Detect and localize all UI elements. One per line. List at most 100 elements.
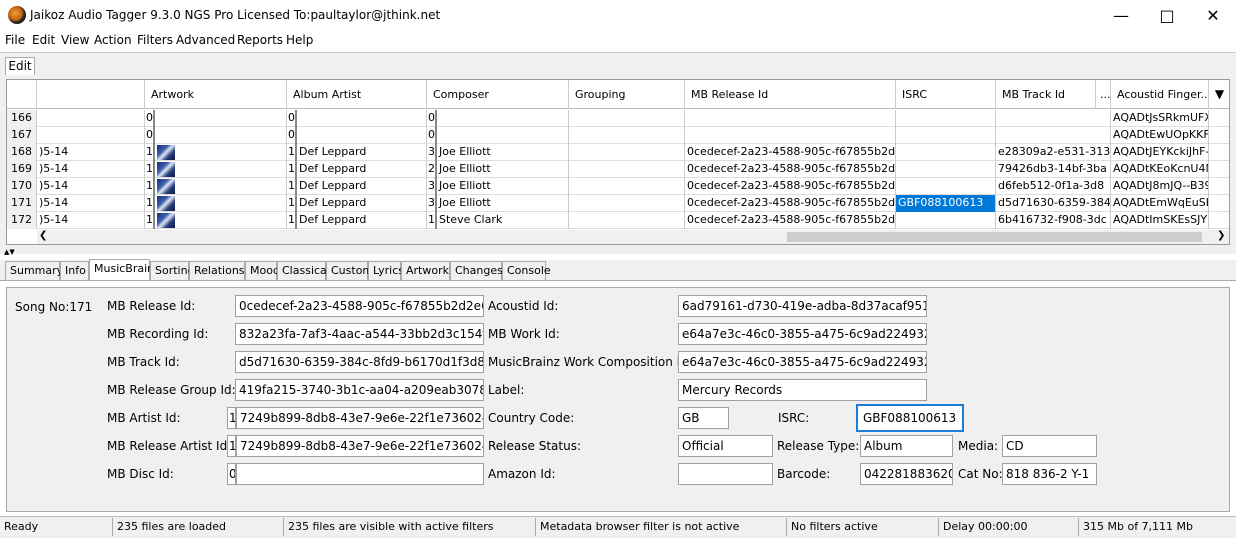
cell-acoustid[interactable]: AQADtJ8mJQ--B39Q	[1111, 178, 1209, 195]
col-header-composer[interactable]: Composer	[427, 80, 569, 109]
cell-isrc[interactable]	[896, 212, 996, 229]
cell-grouping[interactable]	[569, 144, 685, 161]
menu-file[interactable]: File	[5, 33, 25, 47]
col-header-album-artist[interactable]: Album Artist	[287, 80, 427, 109]
cell-album-artist-count[interactable]: 1	[287, 178, 297, 195]
tab-classical[interactable]: Classical	[277, 261, 330, 280]
menu-advanced[interactable]: Advanced	[176, 33, 235, 47]
cell-row-number[interactable]: 166	[7, 110, 37, 127]
menu-reports[interactable]: Reports	[237, 33, 283, 47]
mb-track-id-field[interactable]: d5d71630-6359-384c-8fd9-b6170d1f3d86	[235, 351, 484, 373]
record-label-field[interactable]: Mercury Records	[678, 379, 927, 401]
cell-grouping[interactable]	[569, 178, 685, 195]
cell-date[interactable]: )5-14	[37, 161, 145, 178]
cell-composer[interactable]: Joe Elliott	[437, 161, 569, 178]
cell-album-artist[interactable]	[297, 127, 427, 144]
tab-relations[interactable]: Relations	[189, 261, 245, 280]
cell-mb-release-id[interactable]	[685, 110, 896, 127]
mb-release-group-id-field[interactable]: 419fa215-3740-3b1c-aa04-a209eab30789	[235, 379, 484, 401]
splitter-collapse-icon[interactable]: ▲▼	[4, 249, 15, 256]
cell-grouping[interactable]	[569, 212, 685, 229]
cell-mb-track-id[interactable]: d5d71630-6359-384	[996, 195, 1111, 212]
cell-album-artist-count[interactable]: 1	[287, 161, 297, 178]
scrollbar-thumb[interactable]	[787, 232, 1202, 242]
tab-console[interactable]: Console	[502, 261, 551, 280]
scroll-right-icon[interactable]: ❯	[1217, 230, 1225, 241]
cell-album-artist-count[interactable]: 1	[287, 212, 297, 229]
cell-acoustid[interactable]: AQADtJEYKckiJhF-pi	[1111, 144, 1209, 161]
cell-artwork-count[interactable]: 1	[145, 178, 155, 195]
cell-album-artist[interactable]: Def Leppard	[297, 178, 427, 195]
cell-composer-count[interactable]: 0	[427, 110, 437, 127]
cell-date[interactable]: )5-14	[37, 195, 145, 212]
cell-grouping[interactable]	[569, 195, 685, 212]
mb-release-artist-id-field[interactable]: 7249b899-8db8-43e7-9e6e-22f1e736024e	[236, 435, 484, 457]
cell-isrc[interactable]	[896, 110, 996, 127]
cell-artwork-count[interactable]: 1	[145, 195, 155, 212]
cell-composer-count[interactable]: 0	[427, 127, 437, 144]
cell-isrc[interactable]: GBF088100613	[896, 195, 996, 212]
tab-artwork[interactable]: Artwork	[401, 261, 450, 280]
cell-composer[interactable]: Joe Elliott	[437, 178, 569, 195]
cell-mb-release-id[interactable]: 0cedecef-2a23-4588-905c-f67855b2d2e6	[685, 178, 896, 195]
col-header-more[interactable]: ...	[1096, 80, 1111, 109]
mb-artist-id-field[interactable]: 7249b899-8db8-43e7-9e6e-22f1e736024e	[236, 407, 484, 429]
cell-row-number[interactable]: 169	[7, 161, 37, 178]
media-field[interactable]: CD	[1002, 435, 1097, 457]
cell-artwork[interactable]	[155, 178, 287, 195]
cell-artwork-count[interactable]: 1	[145, 144, 155, 161]
col-header-artwork[interactable]: Artwork	[145, 80, 287, 109]
cell-composer[interactable]: Joe Elliott	[437, 144, 569, 161]
cell-isrc[interactable]	[896, 127, 996, 144]
tab-lyrics[interactable]: Lyrics	[368, 261, 404, 280]
cell-album-artist-count[interactable]: 0	[287, 127, 297, 144]
col-header-mb-release-id[interactable]: MB Release Id	[685, 80, 896, 109]
cell-mb-release-id[interactable]	[685, 127, 896, 144]
table-row[interactable]: 168)5-14 1 1 Def Leppard 3 Joe Elliott 0cedece…	[7, 144, 1229, 161]
tab-info[interactable]: Info	[60, 261, 89, 280]
cell-row-number[interactable]: 168	[7, 144, 37, 161]
cell-composer-count[interactable]: 3	[427, 195, 437, 212]
col-header-date[interactable]	[37, 80, 145, 109]
column-chooser-icon[interactable]: ▼	[1209, 80, 1229, 109]
isrc-field[interactable]: GBF088100613	[856, 404, 964, 432]
cell-composer-count[interactable]: 3	[427, 178, 437, 195]
cell-grouping[interactable]	[569, 127, 685, 144]
tab-edit[interactable]: Edit	[5, 57, 35, 75]
cell-composer[interactable]	[437, 110, 569, 127]
cell-row-number[interactable]: 167	[7, 127, 37, 144]
cell-acoustid[interactable]: AQADtEmWqEuSKIk(	[1111, 195, 1209, 212]
cell-date[interactable]	[37, 127, 145, 144]
menu-edit[interactable]: Edit	[32, 33, 55, 47]
table-row[interactable]: 169)5-14 1 1 Def Leppard 2 Joe Elliott 0cedece…	[7, 161, 1229, 178]
cell-grouping[interactable]	[569, 110, 685, 127]
cell-artwork-count[interactable]: 1	[145, 161, 155, 178]
cell-artwork-count[interactable]: 0	[145, 110, 155, 127]
amazon-id-field[interactable]	[678, 463, 773, 485]
cell-date[interactable]: )5-14	[37, 212, 145, 229]
table-row[interactable]: 170)5-14 1 1 Def Leppard 3 Joe Elliott 0cedece…	[7, 178, 1229, 195]
tab-changes[interactable]: Changes	[450, 261, 503, 280]
cell-row-number[interactable]: 170	[7, 178, 37, 195]
horizontal-scrollbar[interactable]: ❮ ❯	[37, 230, 1229, 244]
cell-composer[interactable]: Joe Elliott	[437, 195, 569, 212]
release-type-field[interactable]: Album	[860, 435, 953, 457]
cell-mb-release-id[interactable]: 0cedecef-2a23-4588-905c-f67855b2d2e6	[685, 144, 896, 161]
cell-composer-count[interactable]: 2	[427, 161, 437, 178]
cell-artwork[interactable]	[155, 195, 287, 212]
cell-album-artist[interactable]	[297, 110, 427, 127]
cell-mb-release-id[interactable]: 0cedecef-2a23-4588-905c-f67855b2d2e6	[685, 212, 896, 229]
cell-album-artist[interactable]: Def Leppard	[297, 144, 427, 161]
cell-album-artist[interactable]: Def Leppard	[297, 195, 427, 212]
release-status-field[interactable]: Official	[678, 435, 773, 457]
mb-recording-id-field[interactable]: 832a23fa-7af3-4aac-a544-33bb2d3c154f	[235, 323, 484, 345]
cell-album-artist-count[interactable]: 1	[287, 195, 297, 212]
tab-musicbrainz[interactable]: MusicBrainz	[89, 259, 160, 280]
col-header-acoustid-fingerprint[interactable]: Acoustid Finger...	[1111, 80, 1209, 109]
minimize-icon[interactable]: —	[1098, 0, 1144, 31]
cell-isrc[interactable]	[896, 178, 996, 195]
table-row[interactable]: 171)5-14 1 1 Def Leppard 3 Joe Elliott 0cedece…	[7, 195, 1229, 212]
cell-mb-track-id[interactable]: e28309a2-e531-313	[996, 144, 1111, 161]
cell-artwork[interactable]	[155, 110, 287, 127]
cell-album-artist-count[interactable]: 1	[287, 144, 297, 161]
